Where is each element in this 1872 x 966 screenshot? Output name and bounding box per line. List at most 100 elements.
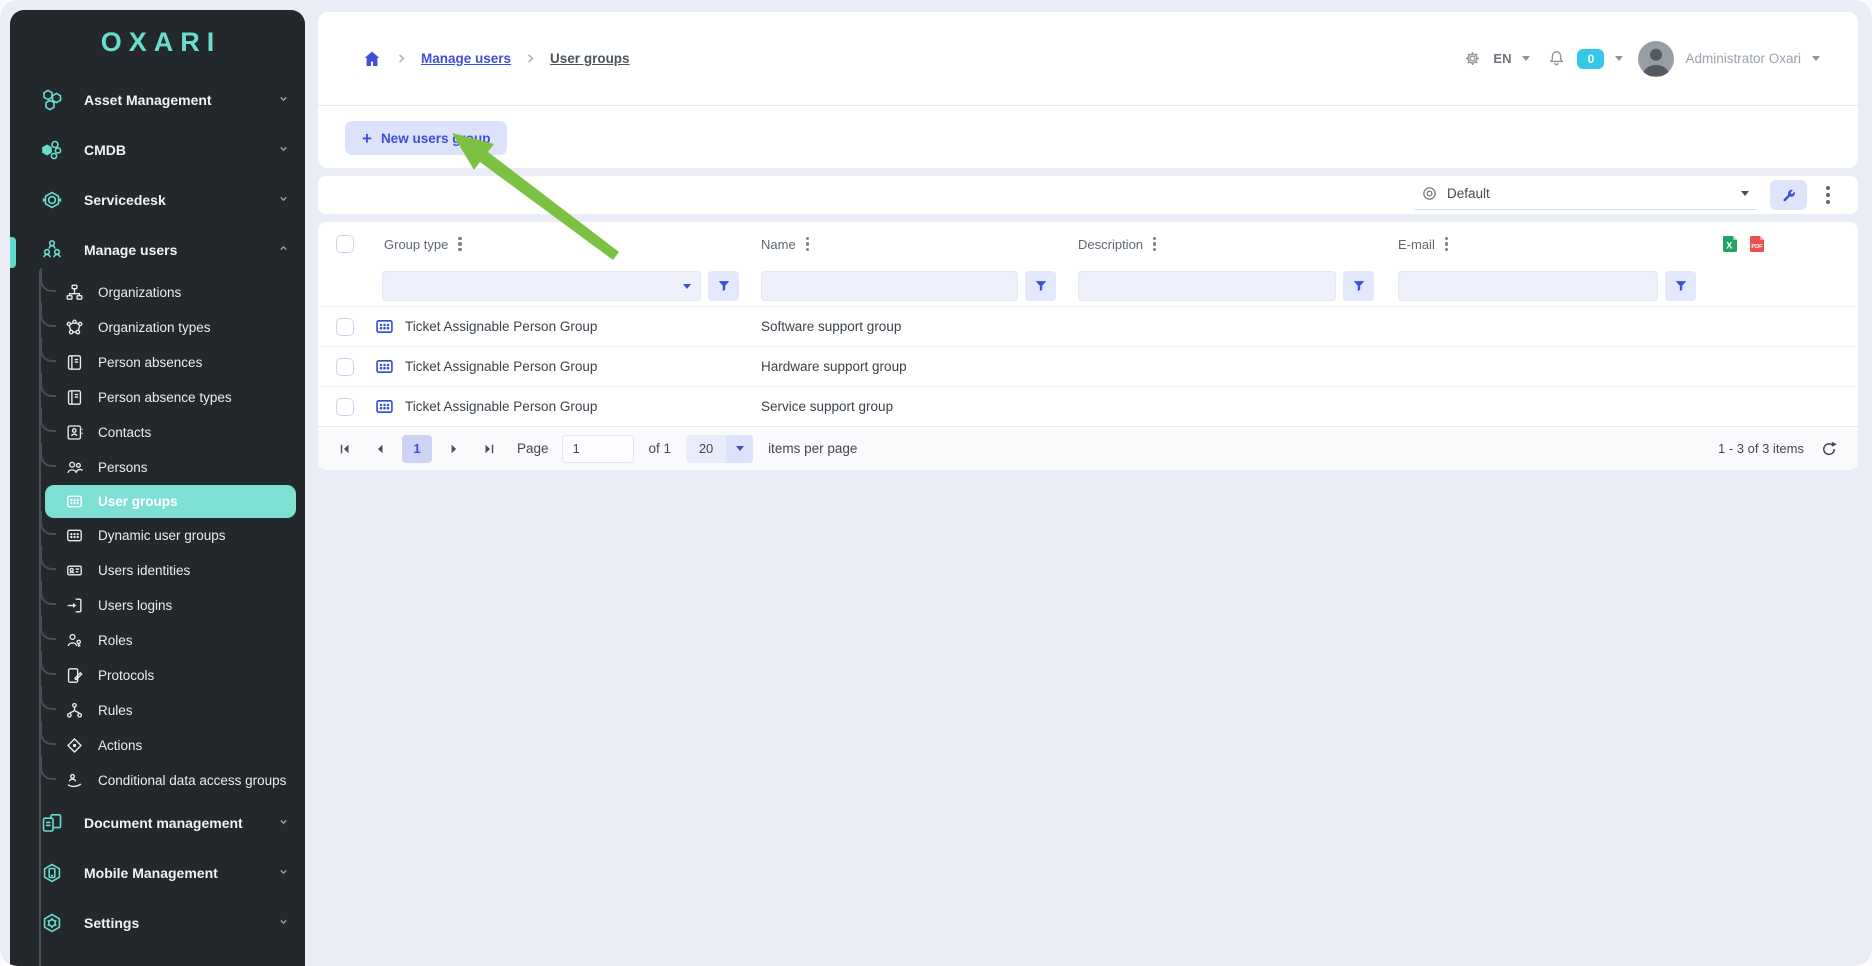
sidebar-item-settings[interactable]: Settings [10, 898, 305, 948]
page-header-card: Manage users User groups EN 0 Administra… [318, 12, 1858, 168]
sidebar-item-conditional-data-access-groups[interactable]: Conditional data access groups [10, 763, 305, 798]
email-filter-button[interactable] [1665, 271, 1696, 301]
sidebar-item-label: Persons [98, 460, 148, 475]
row-checkbox[interactable] [336, 398, 354, 416]
gear-icon[interactable] [1463, 49, 1482, 68]
select-all-checkbox[interactable] [336, 235, 354, 253]
sidebar-item-persons[interactable]: Persons [10, 450, 305, 485]
user-group-icon [374, 356, 395, 377]
grid-toolbar: Default [318, 176, 1858, 214]
mobile-management-icon [40, 861, 64, 885]
page-count-label: of 1 [649, 441, 672, 456]
sidebar-item-servicedesk[interactable]: Servicedesk [10, 175, 305, 225]
row-checkbox[interactable] [336, 358, 354, 376]
dynamic-user-groups-icon [65, 526, 84, 545]
sidebar-item-document-management[interactable]: Document management [10, 798, 305, 848]
pagination-bar: 1 Page of 1 20 items per page 1 - 3 of 3… [318, 426, 1858, 470]
tree-branch [40, 581, 56, 605]
avatar[interactable] [1638, 41, 1674, 77]
view-selector-dropdown[interactable]: Default [1415, 180, 1757, 210]
servicedesk-icon [40, 188, 64, 212]
column-header-group-type[interactable]: Group type [384, 237, 448, 252]
column-menu-icon[interactable] [1153, 237, 1156, 252]
column-header-description[interactable]: Description [1078, 237, 1143, 252]
grid-settings-button[interactable] [1770, 180, 1807, 210]
actions-icon [65, 736, 84, 755]
last-page-button[interactable] [476, 436, 502, 462]
bell-icon[interactable] [1547, 49, 1566, 68]
export-pdf-icon[interactable]: PDF [1747, 234, 1767, 254]
cell-group-type: Ticket Assignable Person Group [405, 399, 597, 414]
sidebar-item-label: Contacts [98, 425, 151, 440]
new-users-group-button[interactable]: + New users group [345, 121, 507, 155]
description-filter-input[interactable] [1078, 271, 1336, 301]
name-filter-input[interactable] [761, 271, 1018, 301]
chevron-down-icon [278, 191, 289, 209]
users-identities-icon [65, 561, 84, 580]
column-menu-icon[interactable] [1445, 237, 1448, 252]
chevron-down-icon[interactable] [1812, 56, 1820, 61]
topbar-controls: EN 0 Administrator Oxari [1463, 41, 1820, 77]
chevron-down-icon [736, 446, 744, 451]
chevron-down-icon [278, 141, 289, 159]
more-options-menu[interactable] [1820, 182, 1836, 208]
sidebar: OXARI Asset Management CMDB Servicedesk … [10, 10, 305, 966]
tree-branch [40, 511, 56, 535]
rules-icon [65, 701, 84, 720]
breadcrumb-user-groups: User groups [550, 51, 630, 66]
sidebar-item-mobile-management[interactable]: Mobile Management [10, 848, 305, 898]
page-number-button[interactable]: 1 [402, 435, 432, 463]
column-header-email[interactable]: E-mail [1398, 237, 1435, 252]
cell-name: Software support group [755, 319, 1072, 334]
group-type-filter-dropdown[interactable] [382, 271, 701, 301]
view-icon [1421, 185, 1438, 202]
tree-branch [40, 546, 56, 570]
plus-icon: + [362, 130, 372, 147]
tree-branch [40, 443, 56, 467]
email-filter-input[interactable] [1398, 271, 1658, 301]
next-page-button[interactable] [441, 436, 467, 462]
tree-branch [40, 651, 56, 675]
sidebar-item-user-groups[interactable]: User groups [45, 485, 296, 518]
group-type-filter-button[interactable] [708, 271, 739, 301]
export-excel-icon[interactable]: X [1720, 234, 1740, 254]
tree-branch [40, 373, 56, 397]
chevron-down-icon [1741, 191, 1749, 196]
table-row[interactable]: Ticket Assignable Person Group Software … [318, 306, 1858, 346]
document-management-icon [40, 811, 64, 835]
name-filter-button[interactable] [1025, 271, 1056, 301]
chevron-down-icon [683, 284, 691, 289]
sidebar-item-label: Protocols [98, 668, 154, 683]
person-absence-types-icon [65, 388, 84, 407]
sidebar-item-label: Conditional data access groups [98, 773, 286, 788]
organizations-icon [65, 283, 84, 302]
previous-page-button[interactable] [367, 436, 393, 462]
notification-badge[interactable]: 0 [1577, 49, 1604, 69]
user-group-icon [374, 316, 395, 337]
chevron-down-icon[interactable] [1522, 56, 1530, 61]
page-number-input[interactable] [562, 435, 634, 463]
home-icon[interactable] [362, 49, 382, 69]
svg-text:X: X [1726, 241, 1732, 251]
description-filter-button[interactable] [1343, 271, 1374, 301]
column-menu-icon[interactable] [806, 237, 809, 252]
wrench-icon [1780, 187, 1797, 204]
column-menu-icon[interactable] [458, 237, 461, 252]
cell-name: Service support group [755, 399, 1072, 414]
table-row[interactable]: Ticket Assignable Person Group Service s… [318, 386, 1858, 426]
table-row[interactable]: Ticket Assignable Person Group Hardware … [318, 346, 1858, 386]
language-selector[interactable]: EN [1493, 51, 1511, 66]
breadcrumb-manage-users[interactable]: Manage users [421, 51, 511, 66]
first-page-button[interactable] [332, 436, 358, 462]
refresh-icon[interactable] [1820, 440, 1838, 458]
row-checkbox[interactable] [336, 318, 354, 336]
column-header-name[interactable]: Name [761, 237, 796, 252]
sidebar-item-label: Mobile Management [84, 865, 218, 881]
sidebar-item-cmdb[interactable]: CMDB [10, 125, 305, 175]
sidebar-item-asset-management[interactable]: Asset Management [10, 75, 305, 125]
protocols-icon [65, 666, 84, 685]
chevron-down-icon[interactable] [1615, 56, 1623, 61]
user-name[interactable]: Administrator Oxari [1685, 51, 1801, 66]
page-size-select[interactable]: 20 [686, 435, 753, 463]
settings-icon [40, 911, 64, 935]
